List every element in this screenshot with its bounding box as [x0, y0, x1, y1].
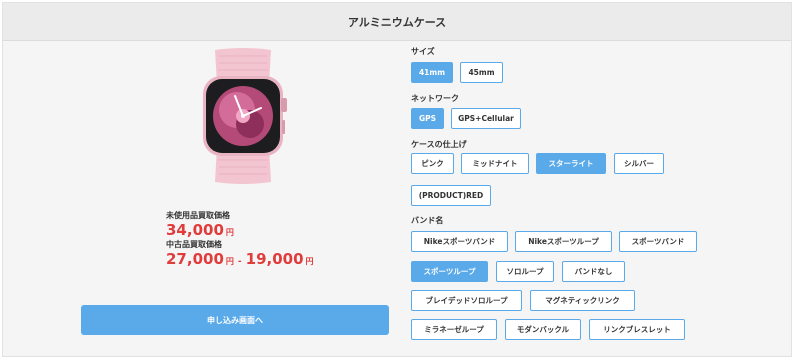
network-option-gps[interactable]: GPS: [411, 108, 444, 129]
price-block: 未使用品買取価格 34,000 円 中古品買取価格 27,000 円 -19,000 円: [166, 210, 314, 268]
band-option-sport-band[interactable]: スポーツバンド: [619, 231, 697, 252]
used-price-max: 27,000: [166, 250, 224, 268]
case-type-title: アルミニウムケース: [347, 15, 447, 29]
size-title: サイズ: [411, 47, 435, 56]
range-separator: -: [237, 257, 242, 267]
finish-option-pink[interactable]: ピンク: [411, 153, 454, 174]
yen-unit: 円: [225, 228, 234, 237]
finish-option-midnight[interactable]: ミッドナイト: [461, 153, 529, 174]
band-option-nike-sport-band[interactable]: Nikeスポーツバンド: [411, 231, 508, 252]
panel-header: アルミニウムケース: [3, 3, 791, 41]
apply-button-label: 申し込み画面へ: [207, 315, 263, 325]
new-price: 34,000 円: [166, 221, 314, 239]
finish-option-silver[interactable]: シルバー: [614, 153, 664, 174]
finish-option-product-red[interactable]: (PRODUCT)RED: [411, 185, 491, 206]
band-option-modern-buckle[interactable]: モダンバックル: [505, 319, 581, 340]
network-option-gps-cellular[interactable]: GPS+Cellular: [451, 108, 521, 129]
band-option-nike-sport-loop[interactable]: Nikeスポーツループ: [515, 231, 612, 252]
finish-title: ケースの仕上げ: [411, 140, 467, 149]
apple-watch-pink-icon: [195, 46, 291, 186]
used-price-label: 中古品買取価格: [166, 240, 222, 249]
band-option-sport-loop[interactable]: スポーツループ: [411, 261, 488, 282]
size-option-41mm[interactable]: 41mm: [411, 62, 453, 83]
yen-unit: 円: [305, 257, 314, 266]
band-title: バンド名: [411, 216, 444, 225]
yen-unit: 円: [225, 257, 234, 266]
new-price-label: 未使用品買取価格: [166, 211, 230, 220]
new-price-value: 34,000: [166, 221, 224, 239]
product-panel: アルミニウムケース: [2, 2, 792, 357]
band-option-link-bracelet[interactable]: リンクブレスレット: [589, 319, 685, 340]
used-price-min: 19,000: [245, 250, 304, 268]
network-title: ネットワーク: [411, 94, 459, 103]
band-option-milanese-loop[interactable]: ミラネーゼループ: [411, 319, 497, 340]
band-option-solo-loop[interactable]: ソロループ: [496, 261, 554, 282]
apply-button[interactable]: 申し込み画面へ: [81, 305, 389, 335]
size-option-45mm[interactable]: 45mm: [460, 62, 503, 83]
band-option-no-band[interactable]: バンドなし: [562, 261, 625, 282]
finish-option-starlight[interactable]: スターライト: [536, 153, 606, 174]
band-option-magnetic-link[interactable]: マグネティックリンク: [530, 290, 635, 311]
band-option-braided-solo-loop[interactable]: ブレイデッドソロループ: [411, 290, 522, 311]
used-price-range: 27,000 円 -19,000 円: [166, 250, 314, 268]
